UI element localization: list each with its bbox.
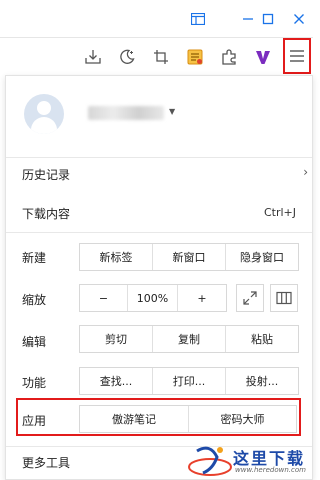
close-icon — [294, 13, 304, 24]
extensions-icon[interactable] — [216, 44, 242, 70]
columns-icon — [276, 291, 292, 305]
maximize-icon — [262, 13, 274, 24]
user-name-blurred — [88, 106, 164, 120]
divider — [6, 232, 312, 233]
close-button[interactable] — [281, 0, 317, 37]
divider — [6, 157, 312, 158]
avatar[interactable] — [24, 94, 64, 134]
watermark: 这里下载 www.heredown.com — [185, 443, 313, 480]
function-button-group: 查找... 打印... 投射... — [79, 367, 299, 395]
browser-toolbar — [0, 37, 313, 75]
find-button[interactable]: 查找... — [80, 368, 153, 394]
notes-icon[interactable] — [182, 44, 208, 70]
edit-label: 编辑 — [22, 335, 47, 349]
zoom-controls: − 100% + — [79, 284, 227, 312]
zoom-out-button[interactable]: − — [80, 285, 128, 311]
v-icon[interactable] — [250, 44, 276, 70]
new-button-group: 新标签 新窗口 隐身窗口 — [79, 243, 299, 271]
downloads-label: 下载内容 — [22, 207, 71, 221]
zoom-in-button[interactable]: + — [178, 285, 226, 311]
cut-button[interactable]: 剪切 — [80, 326, 153, 352]
zoom-value: 100% — [128, 285, 178, 311]
history-label: 历史记录 — [22, 168, 71, 182]
apps-row-highlight — [16, 398, 301, 436]
incognito-window-button[interactable]: 隐身窗口 — [226, 244, 298, 270]
edit-button-group: 剪切 复制 粘贴 — [79, 325, 299, 353]
watermark-logo-icon — [188, 446, 232, 476]
split-view-button[interactable] — [270, 284, 298, 312]
download-icon[interactable] — [80, 44, 106, 70]
chevron-right-icon: › — [303, 165, 308, 179]
function-label: 功能 — [22, 376, 47, 390]
sidebar-toggle-button[interactable] — [180, 0, 216, 37]
new-label: 新建 — [22, 251, 47, 265]
fullscreen-button[interactable] — [236, 284, 264, 312]
cast-button[interactable]: 投射... — [226, 368, 298, 394]
paste-button[interactable]: 粘贴 — [226, 326, 298, 352]
sidebar-icon — [191, 12, 205, 25]
print-button[interactable]: 打印... — [153, 368, 226, 394]
caret-down-icon[interactable]: ▼ — [169, 107, 175, 116]
fullscreen-icon — [243, 291, 257, 305]
title-bar — [0, 0, 313, 37]
profile-section[interactable]: ▼ — [6, 76, 312, 156]
night-mode-icon[interactable] — [114, 44, 140, 70]
menu-icon — [290, 50, 304, 62]
menu-item-history[interactable]: 历史记录 › — [6, 162, 312, 186]
crop-icon[interactable] — [148, 44, 174, 70]
zoom-label: 缩放 — [22, 293, 47, 307]
new-tab-button[interactable]: 新标签 — [80, 244, 153, 270]
menu-item-downloads[interactable]: 下载内容 Ctrl+J — [6, 201, 312, 225]
more-tools-label: 更多工具 — [22, 456, 71, 470]
menu-button[interactable] — [283, 38, 311, 74]
copy-button[interactable]: 复制 — [153, 326, 226, 352]
downloads-shortcut: Ctrl+J — [263, 206, 296, 219]
watermark-url: www.heredown.com — [235, 466, 306, 474]
new-window-button[interactable]: 新窗口 — [153, 244, 226, 270]
